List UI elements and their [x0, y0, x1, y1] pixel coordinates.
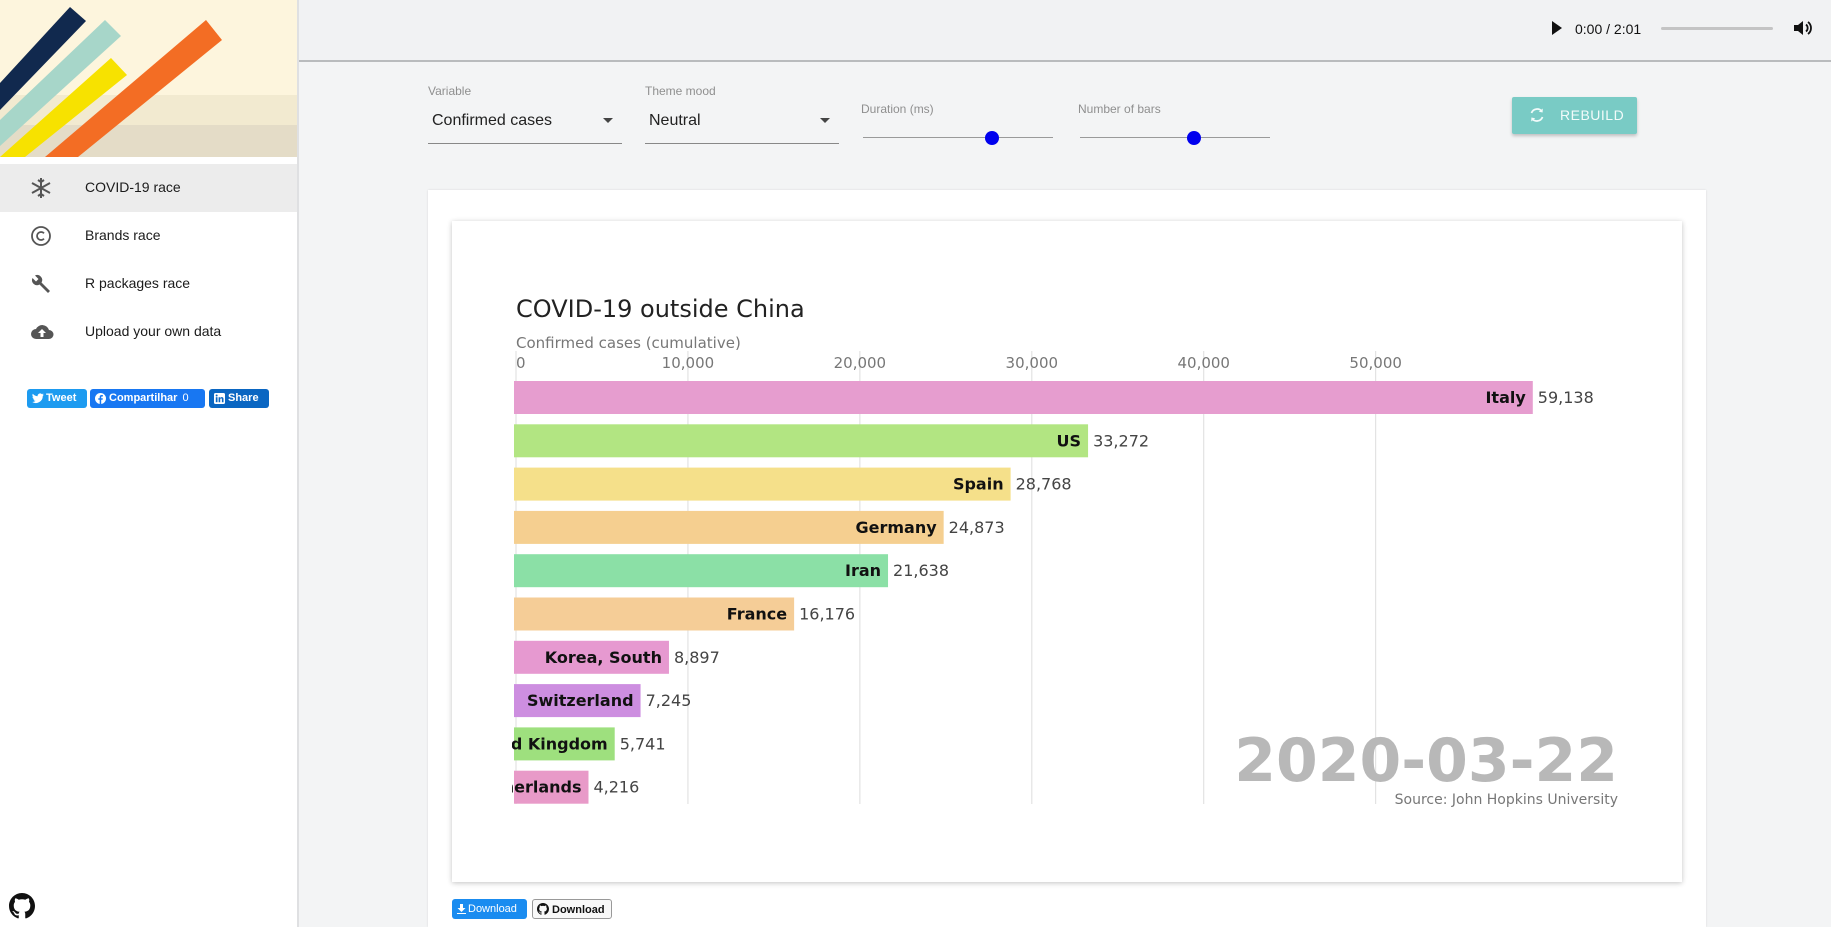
bar-group: Switzerland 7,245	[514, 684, 692, 718]
bar-label: United Kingdom	[462, 734, 607, 753]
chart-source: Source: John Hopkins University	[1395, 792, 1618, 808]
facebook-share-label: Compartilhar	[109, 392, 178, 404]
x-tick-label: 30,000	[1006, 354, 1058, 372]
sidebar-item-label: Brands race	[85, 227, 161, 243]
bar-label: Netherlands	[471, 778, 582, 797]
number-of-bars-slider[interactable]: Number of bars	[1078, 102, 1272, 145]
theme-mood-select[interactable]: Theme mood Neutral	[645, 84, 839, 144]
duration-slider-thumb[interactable]	[985, 131, 1000, 145]
sidebar-item-label: Upload your own data	[85, 323, 222, 339]
variable-select-value: Confirmed cases	[432, 112, 553, 129]
chevron-down-icon	[603, 118, 613, 123]
sidebar-item-label: COVID-19 race	[85, 179, 181, 195]
bar-group: Spain 28,768	[514, 467, 1072, 501]
audio-progress-track[interactable]	[1661, 27, 1773, 30]
bar	[514, 381, 1533, 414]
tweet-label: Tweet	[46, 392, 77, 404]
bar-value-label: 4,216	[593, 778, 639, 797]
duration-slider[interactable]: Duration (ms)	[861, 102, 1055, 145]
linkedin-icon	[214, 393, 225, 404]
theme-mood-select-value: Neutral	[649, 112, 701, 129]
bar-group: Italy 59,138	[514, 381, 1594, 414]
bar-value-label: 33,272	[1093, 431, 1149, 450]
sidebar-item-upload-data[interactable]: Upload your own data	[0, 308, 297, 356]
bar-group: US 33,272	[514, 424, 1149, 458]
cloud-upload-icon	[30, 321, 54, 343]
bar-group: Korea, South 8,897	[514, 640, 720, 674]
variable-select[interactable]: Variable Confirmed cases	[428, 84, 622, 144]
bar-value-label: 21,638	[893, 561, 949, 580]
sidebar-item-covid-race[interactable]: COVID-19 race	[0, 164, 297, 212]
chart-container: COVID-19 outside China Confirmed cases (…	[452, 221, 1682, 882]
duration-slider-label: Duration (ms)	[861, 102, 934, 116]
play-icon[interactable]	[1551, 21, 1563, 35]
facebook-share-count: 0	[182, 392, 189, 404]
bar	[514, 467, 1011, 501]
x-tick-label: 40,000	[1177, 354, 1230, 372]
x-tick-label: 10,000	[662, 354, 715, 372]
number-of-bars-slider-thumb[interactable]	[1187, 131, 1201, 145]
number-of-bars-slider-label: Number of bars	[1078, 102, 1161, 116]
github-icon	[537, 903, 549, 915]
sidebar-item-label: R packages race	[85, 275, 191, 291]
bar-label: US	[1057, 431, 1082, 450]
bar-label: Spain	[953, 475, 1004, 494]
bar-label: Germany	[855, 518, 937, 537]
rebuild-button[interactable]: REBUILD	[1512, 97, 1637, 134]
bar-group: Iran 21,638	[514, 554, 949, 588]
bar-value-label: 8,897	[674, 648, 720, 667]
audio-time: 0:00 / 2:01	[1575, 21, 1642, 37]
volume-icon[interactable]	[1794, 20, 1812, 36]
sidebar-item-brands-race[interactable]: Brands race	[0, 212, 297, 260]
bar-value-label: 59,138	[1538, 388, 1594, 407]
bar-label: Korea, South	[545, 648, 662, 667]
github-icon[interactable]	[9, 893, 35, 924]
theme-mood-select-label: Theme mood	[645, 84, 716, 98]
copyright-icon	[30, 225, 52, 247]
variable-select-label: Variable	[428, 84, 472, 98]
wrench-icon	[30, 273, 52, 295]
x-tick-label: 50,000	[1349, 354, 1402, 372]
github-download-button[interactable]: Download	[532, 899, 612, 919]
bar-group: Germany 24,873	[514, 510, 1005, 544]
snowflake-icon	[30, 177, 52, 199]
download-button[interactable]: Download	[452, 899, 527, 919]
bar-chart-race: COVID-19 outside China Confirmed cases (…	[462, 295, 1618, 808]
github-download-label: Download	[552, 904, 605, 916]
bar-group: Netherlands 4,216	[471, 770, 639, 804]
facebook-icon	[95, 393, 106, 404]
chart-subtitle: Confirmed cases (cumulative)	[516, 334, 741, 352]
bar-value-label: 5,741	[620, 734, 666, 753]
bar-value-label: 7,245	[646, 691, 692, 710]
bar-group: United Kingdom 5,741	[462, 727, 666, 761]
x-tick-label: 0	[516, 354, 526, 372]
bar-label: Switzerland	[527, 691, 634, 710]
chart-title: COVID-19 outside China	[516, 295, 805, 323]
bar-label: Italy	[1485, 388, 1526, 407]
sidebar: COVID-19 race Brands race R packages rac…	[0, 0, 299, 927]
rebuild-label: REBUILD	[1560, 107, 1625, 123]
chart-date: 2020-03-22	[1234, 726, 1618, 796]
bar-value-label: 24,873	[949, 518, 1005, 537]
app-logo[interactable]	[0, 0, 297, 157]
sidebar-item-r-packages-race[interactable]: R packages race	[0, 260, 297, 308]
bar	[514, 554, 889, 588]
twitter-icon	[32, 393, 44, 404]
refresh-icon	[1530, 108, 1544, 122]
bar-value-label: 28,768	[1016, 475, 1072, 494]
audio-player[interactable]: 0:00 / 2:01	[1548, 16, 1826, 40]
linkedin-share-button[interactable]: Share	[209, 389, 269, 408]
bar-label: France	[727, 605, 787, 624]
bar-group: France 16,176	[514, 597, 855, 631]
chevron-down-icon	[820, 118, 830, 123]
x-tick-label: 20,000	[834, 354, 887, 372]
tweet-button[interactable]: Tweet	[27, 389, 87, 408]
facebook-share-button[interactable]: Compartilhar 0	[90, 389, 205, 408]
download-icon	[457, 904, 466, 914]
bar	[514, 424, 1089, 458]
linkedin-share-label: Share	[228, 392, 259, 404]
bar-value-label: 16,176	[799, 605, 855, 624]
download-label: Download	[468, 903, 517, 915]
bar-label: Iran	[845, 561, 881, 580]
